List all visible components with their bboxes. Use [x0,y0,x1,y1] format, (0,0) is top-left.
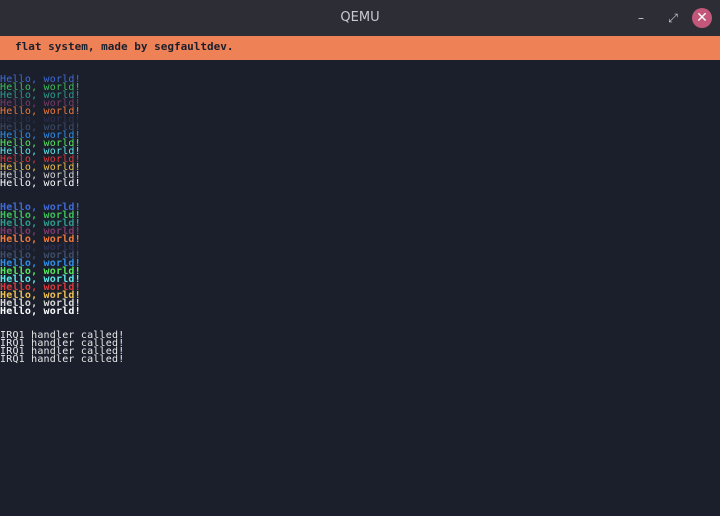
banner-text: flat system, made by segfaultdev. [15,40,234,53]
irq-line: IRQ1 handler called! [0,354,125,365]
close-button[interactable]: ✕ [692,8,712,28]
console-line: Hello, world! [0,178,81,189]
qemu-display[interactable]: flat system, made by segfaultdev. Hello,… [0,36,720,516]
window-titlebar[interactable]: QEMU – ⤢ ✕ [0,0,720,36]
system-banner: flat system, made by segfaultdev. [0,36,720,60]
window-title: QEMU [340,10,380,25]
maximize-button[interactable]: ⤢ [664,9,682,27]
console-line: Hello, world! [0,306,81,317]
minimize-button[interactable]: – [632,9,650,27]
